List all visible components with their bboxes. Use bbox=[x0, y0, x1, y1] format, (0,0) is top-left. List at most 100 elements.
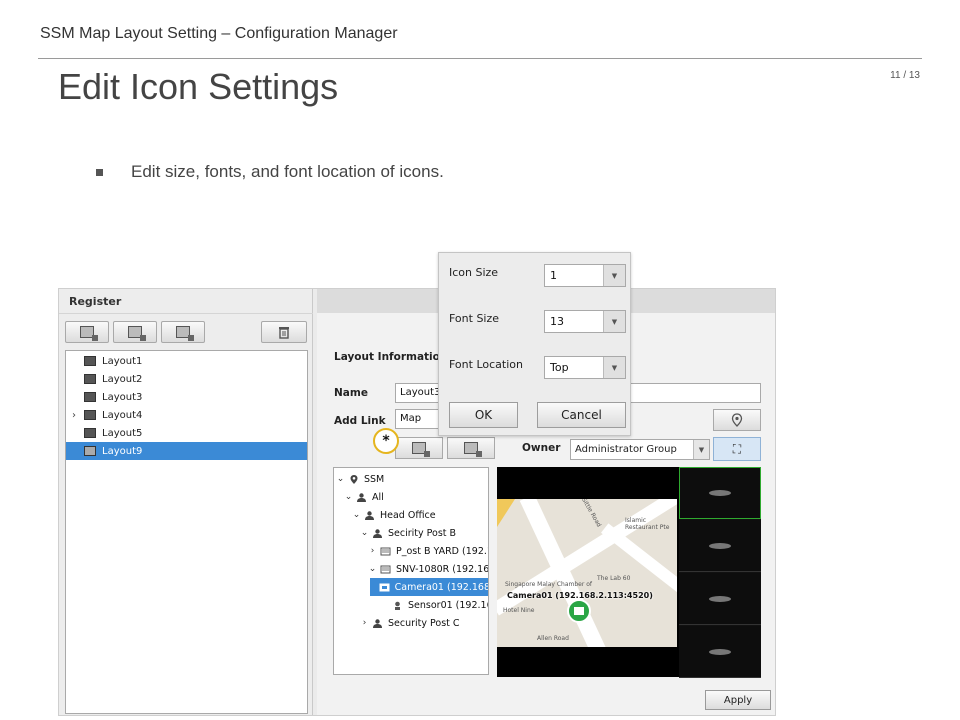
user-group-icon bbox=[372, 528, 383, 539]
icon-settings-popup: Icon Size 1 ▼ Font Size 13 ▼ Font Locati… bbox=[438, 252, 631, 436]
tree-node-label: Sensor01 (192.168 bbox=[408, 599, 488, 611]
tree-node-security-post-b[interactable]: ⌄ Secirity Post B bbox=[360, 524, 456, 542]
layout-icon bbox=[84, 392, 96, 402]
layout-label: Layout1 bbox=[102, 355, 143, 367]
add-icon-icon bbox=[464, 442, 482, 457]
map-pin-icon bbox=[348, 474, 359, 485]
fullscreen-button[interactable]: ⛶ bbox=[713, 437, 761, 461]
bullet-square-icon bbox=[96, 168, 103, 176]
user-group-icon bbox=[356, 492, 367, 503]
slide-header: SSM Map Layout Setting – Configuration M… bbox=[40, 25, 398, 42]
collapse-chevron-icon[interactable]: ⌄ bbox=[344, 492, 353, 502]
font-location-select[interactable]: Top ▼ bbox=[544, 356, 626, 379]
layout-list-item[interactable]: Layout1 bbox=[66, 352, 307, 370]
camera-marker-icon bbox=[574, 607, 584, 615]
app-screenshot: Register Layout1 Layout2 Layout3 › Layou… bbox=[58, 288, 776, 716]
layout-list: Layout1 Layout2 Layout3 › Layout4 Layout… bbox=[65, 350, 308, 714]
header-divider bbox=[38, 58, 922, 59]
camera-map-marker[interactable] bbox=[567, 599, 591, 623]
map-canvas[interactable]: Islamic Restaurant Pte Sittle Road The L… bbox=[497, 467, 682, 677]
edit-layout-button[interactable] bbox=[161, 321, 205, 343]
layout-list-item-selected[interactable]: Layout9 bbox=[66, 442, 307, 460]
edit-icon-settings-button[interactable] bbox=[395, 437, 443, 459]
expand-chevron-icon[interactable]: › bbox=[360, 618, 369, 628]
icon-settings-icon bbox=[412, 442, 430, 457]
layout-icon bbox=[84, 374, 96, 384]
map-street-label: The Lab 60 bbox=[597, 575, 631, 582]
font-location-label: Font Location bbox=[449, 358, 523, 371]
map-street-label: Sittle Road bbox=[580, 499, 603, 529]
delete-layout-button[interactable] bbox=[261, 321, 307, 343]
chevron-down-icon: ▼ bbox=[693, 440, 709, 459]
collapse-chevron-icon[interactable]: ⌄ bbox=[360, 528, 369, 538]
sensor-icon bbox=[392, 600, 403, 611]
add-icon-button[interactable] bbox=[447, 437, 495, 459]
layout-label: Layout3 bbox=[102, 391, 143, 403]
map-street-label: Islamic Restaurant Pte bbox=[625, 517, 670, 531]
location-button[interactable] bbox=[713, 409, 761, 431]
collapse-chevron-icon[interactable]: ⌄ bbox=[368, 564, 377, 574]
map-street-label: Hotel Nine bbox=[503, 607, 535, 614]
layout-icon bbox=[84, 428, 96, 438]
callout-marker: * bbox=[373, 428, 399, 454]
layout-list-item[interactable]: Layout3 bbox=[66, 388, 307, 406]
add-layout-button[interactable] bbox=[65, 321, 109, 343]
expand-chevron-icon[interactable]: › bbox=[368, 546, 377, 556]
expand-icon: ⛶ bbox=[732, 441, 742, 456]
nvr-icon bbox=[380, 564, 391, 575]
location-pin-icon bbox=[731, 413, 743, 427]
layout-list-item[interactable]: Layout5 bbox=[66, 424, 307, 442]
slide-title: Edit Icon Settings bbox=[58, 66, 339, 107]
map-street-label: Singapore Malay Chamber of bbox=[505, 581, 593, 588]
layout-label: Layout4 bbox=[102, 409, 143, 421]
layout-label: Layout2 bbox=[102, 373, 143, 385]
page-number: 11 / 13 bbox=[890, 70, 920, 81]
apply-button[interactable]: Apply bbox=[705, 690, 771, 710]
device-tree: ⌄ SSM ⌄ All ⌄ Head Office ⌄ Secirity Pos… bbox=[333, 467, 489, 675]
trash-icon bbox=[279, 327, 289, 339]
font-location-value: Top bbox=[550, 361, 569, 374]
camera-thumbnail[interactable] bbox=[679, 573, 761, 625]
layout-list-item[interactable]: › Layout4 bbox=[66, 406, 307, 424]
name-label: Name bbox=[334, 387, 368, 399]
tree-node-label: Head Office bbox=[380, 509, 436, 521]
camera-thumbnail[interactable] bbox=[679, 626, 761, 678]
camera-thumbnail[interactable] bbox=[679, 520, 761, 572]
ok-button[interactable]: OK bbox=[449, 402, 518, 428]
layout-label: Layout5 bbox=[102, 427, 143, 439]
tree-node-security-post-c[interactable]: › Security Post C bbox=[360, 614, 460, 632]
layout-list-item[interactable]: Layout2 bbox=[66, 370, 307, 388]
layout-label: Layout9 bbox=[102, 445, 143, 457]
icon-size-value: 1 bbox=[550, 269, 557, 282]
expand-chevron-icon[interactable]: › bbox=[66, 410, 82, 421]
tree-node-label: SSM bbox=[364, 473, 385, 485]
tree-node-label: Security Post C bbox=[388, 617, 460, 629]
font-size-select[interactable]: 13 ▼ bbox=[544, 310, 626, 333]
edit-layout-icon bbox=[176, 326, 194, 341]
tree-node-camera01-selected[interactable]: Camera01 (192.168 bbox=[370, 578, 489, 596]
tree-node-sensor01[interactable]: Sensor01 (192.168 bbox=[380, 596, 488, 614]
dome-camera-icon bbox=[709, 542, 731, 549]
layout-icon bbox=[84, 356, 96, 366]
collapse-chevron-icon[interactable]: ⌄ bbox=[352, 510, 361, 520]
chevron-down-icon: ▼ bbox=[603, 357, 625, 378]
copy-layout-button[interactable] bbox=[113, 321, 157, 343]
icon-size-select[interactable]: 1 ▼ bbox=[544, 264, 626, 287]
camera-thumbnail[interactable] bbox=[679, 467, 761, 519]
camera-icon bbox=[379, 582, 390, 593]
bullet-text: Edit size, fonts, and font location of i… bbox=[131, 162, 444, 181]
tree-node-label: Camera01 (192.168 bbox=[394, 581, 489, 593]
tree-node-head-office[interactable]: ⌄ Head Office bbox=[352, 506, 436, 524]
tree-node-ssm[interactable]: ⌄ SSM bbox=[336, 470, 385, 488]
tree-node-all[interactable]: ⌄ All bbox=[344, 488, 384, 506]
chevron-down-icon: ▼ bbox=[603, 265, 625, 286]
tree-node-snv-1080r[interactable]: ⌄ SNV-1080R (192.168 bbox=[368, 560, 488, 578]
dome-camera-icon bbox=[709, 490, 731, 496]
tree-node-post-b-yard[interactable]: › P_ost B YARD (192.1 bbox=[368, 542, 488, 560]
font-size-label: Font Size bbox=[449, 312, 500, 325]
cancel-button[interactable]: Cancel bbox=[537, 402, 626, 428]
nvr-icon bbox=[380, 546, 391, 557]
collapse-chevron-icon[interactable]: ⌄ bbox=[336, 474, 345, 484]
map-street-label: Allen Road bbox=[537, 635, 569, 642]
owner-select[interactable]: Administrator Group ▼ bbox=[570, 439, 710, 460]
